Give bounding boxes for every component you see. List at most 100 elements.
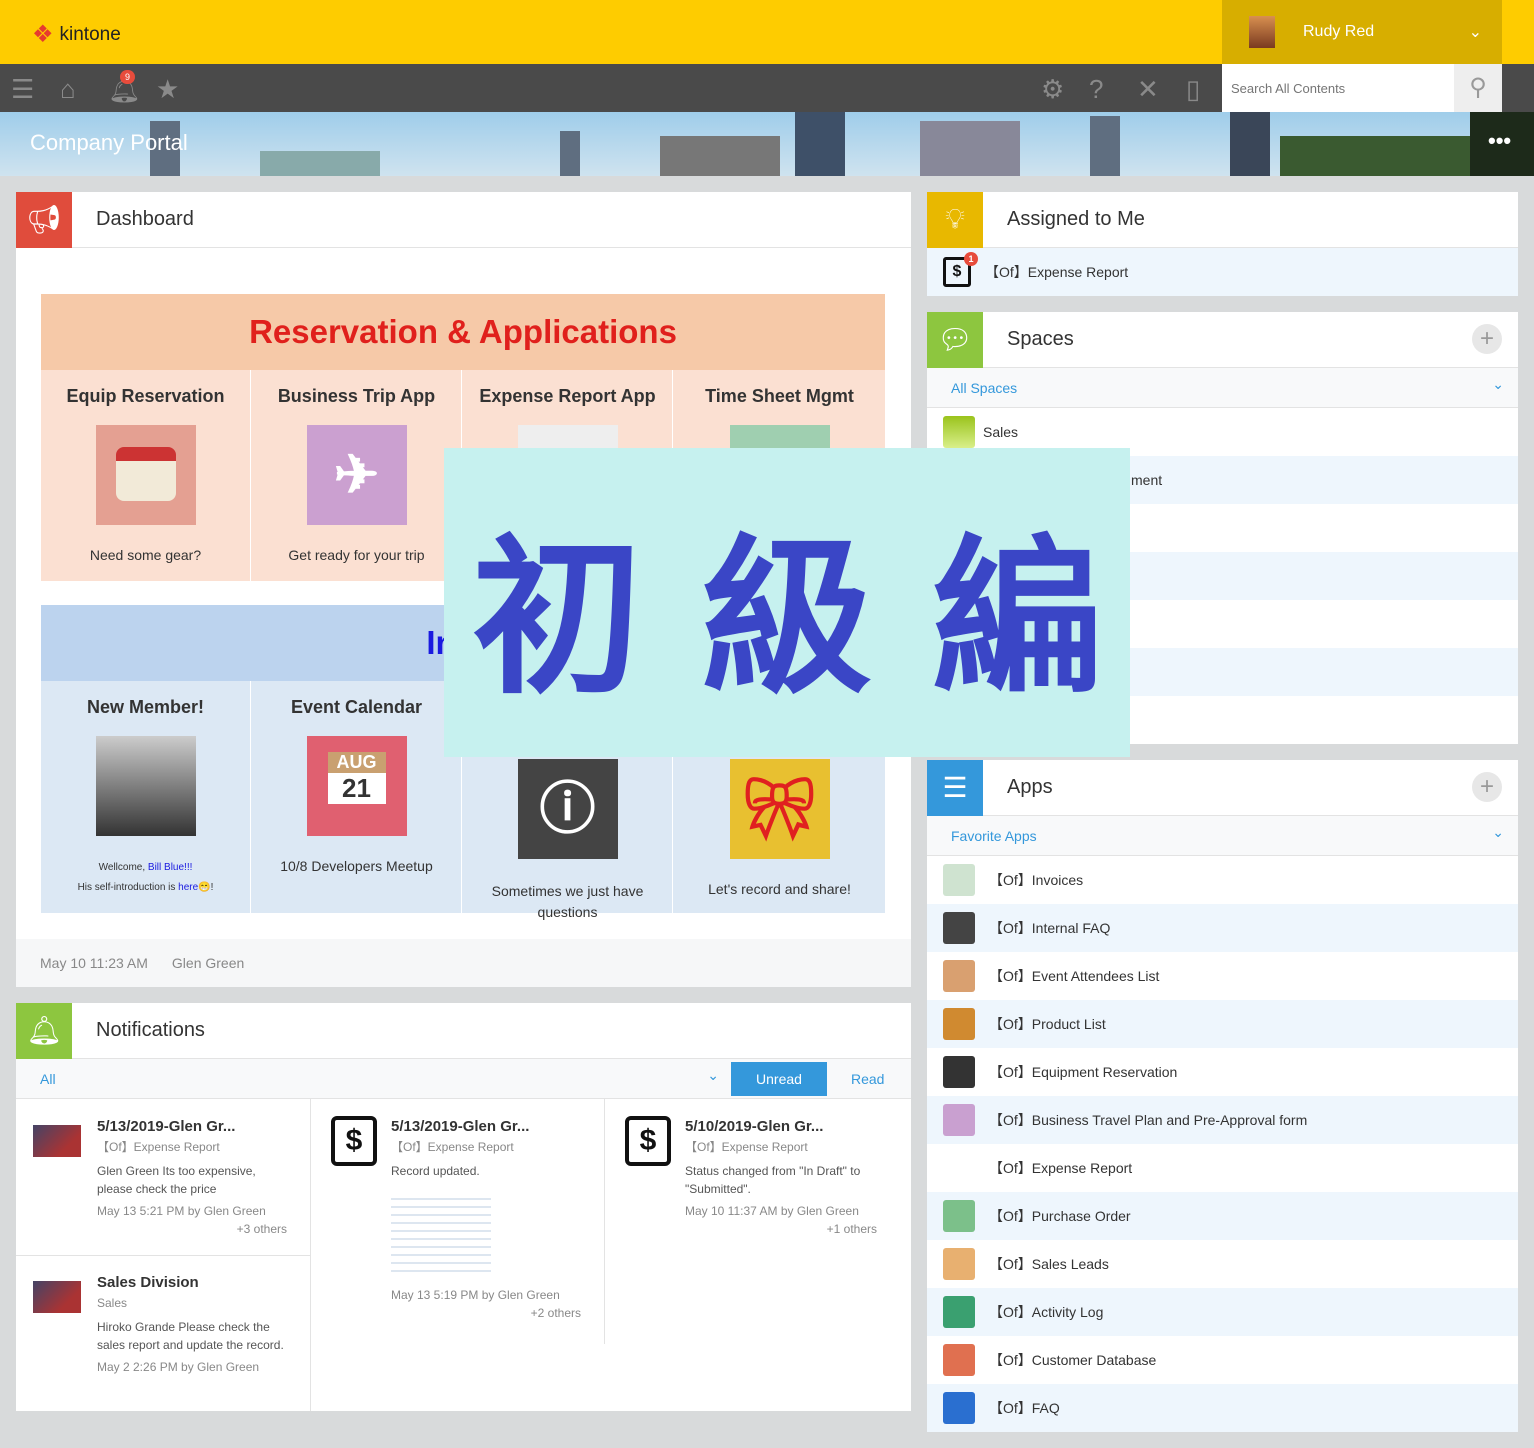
app-item[interactable]: 【Of】Equipment Reservation [927, 1048, 1518, 1096]
post-date: May 10 11:23 AM [40, 955, 148, 971]
list-icon: ☰ [927, 759, 983, 816]
new-member-tile[interactable]: New Member! Wellcome, Bill Blue!!! His se… [41, 681, 251, 913]
app-label: 【Of】FAQ [989, 1400, 1060, 1416]
help-icon[interactable]: ? [1089, 74, 1103, 105]
spaces-title: Spaces [1007, 328, 1074, 350]
assigned-panel: 💡︎ Assigned to Me $1 【Of】Expense Report [927, 191, 1518, 296]
portal-banner: Company Portal ••• [0, 112, 1534, 176]
box-icon [943, 1008, 975, 1040]
info-icon [943, 912, 975, 944]
app-item[interactable]: 【Of】Event Attendees List [927, 952, 1518, 1000]
read-tab[interactable]: Read [851, 1071, 884, 1087]
app-label: 【Of】Product List [989, 1016, 1106, 1032]
spaces-filter[interactable]: All Spaces ⌄ [927, 368, 1518, 408]
user-avatar [33, 1125, 81, 1157]
brand-name: kintone [59, 23, 121, 45]
overlay-char: 初 [471, 519, 642, 718]
dollar-icon: $ [331, 1116, 377, 1166]
notification-item[interactable]: 5/10/2019-Glen Gr... 【Of】Expense Report St… [685, 1118, 877, 1238]
grin-emoji-icon: 😁 [198, 882, 211, 893]
user-avatar [1249, 16, 1275, 48]
app-item[interactable]: 【Of】Activity Log [927, 1288, 1518, 1336]
kintone-logo-icon: ❖ [32, 21, 54, 48]
chevron-down-icon: ⌄ [1468, 24, 1482, 41]
info-icon: ⓘ [517, 759, 618, 859]
app-item[interactable]: 【Of】Internal FAQ [927, 904, 1518, 952]
portal-title: Company Portal [30, 130, 188, 155]
more-options-icon[interactable]: ••• [1488, 128, 1511, 154]
assigned-badge: 1 [964, 252, 978, 266]
tools-icon[interactable]: ✕ [1137, 74, 1159, 105]
app-item[interactable]: 【Of】FAQ [927, 1384, 1518, 1432]
bell-icon: 🔔︎ [16, 1002, 72, 1059]
app-label: 【Of】Activity Log [989, 1304, 1104, 1320]
dashboard-title: Dashboard [96, 208, 194, 230]
space-icon [943, 416, 975, 448]
app-label: 【Of】Expense Report [989, 1160, 1133, 1176]
folders-icon [943, 1344, 975, 1376]
add-app-button[interactable]: + [1472, 772, 1502, 802]
app-item[interactable]: 【Of】Customer Database [927, 1336, 1518, 1384]
dollar-icon: $1 [943, 252, 978, 287]
add-space-button[interactable]: + [1472, 324, 1502, 354]
app-item[interactable]: 【Of】Product List [927, 1000, 1518, 1048]
airplane-icon [943, 1104, 975, 1136]
camera-icon [943, 1056, 975, 1088]
notification-badge: 9 [120, 70, 135, 84]
ribbon-icon: 🎀︎ [729, 759, 830, 859]
app-item[interactable]: 【Of】Expense Report [927, 1144, 1518, 1192]
notification-item[interactable]: Sales Division Sales Hiroko Grande Please … [97, 1274, 287, 1376]
user-menu[interactable]: Rudy Red ⌄ [1222, 0, 1502, 64]
person-icon [943, 960, 975, 992]
app-item[interactable]: 【Of】Business Travel Plan and Pre-Approva… [927, 1096, 1518, 1144]
equip-reservation-tile[interactable]: Equip Reservation Need some gear? [41, 370, 251, 581]
app-label: 【Of】Purchase Order [989, 1208, 1131, 1224]
app-label: 【Of】Equipment Reservation [989, 1064, 1178, 1080]
chat-icon: 💬︎ [927, 311, 983, 368]
app-label: 【Of】Business Travel Plan and Pre-Approva… [989, 1112, 1308, 1128]
unread-tab[interactable]: Unread [731, 1062, 827, 1096]
dashboard-footer: May 10 11:23 AM Glen Green [16, 939, 911, 987]
notification-item[interactable]: 5/13/2019-Glen Gr... 【Of】Expense Report Gl… [97, 1118, 287, 1238]
title-overlay: 初級編 [444, 448, 1130, 757]
overlay-char: 級 [701, 519, 872, 718]
event-calendar-tile[interactable]: Event Calendar AUG 21 10/8 Developers Meetu… [252, 681, 462, 913]
megaphone-icon: 📢︎ [16, 191, 72, 248]
overlay-char: 編 [932, 519, 1103, 718]
kintone-logo[interactable]: ❖ kintone [32, 20, 121, 49]
app-label: 【Of】Invoices [989, 872, 1084, 888]
gear-icon[interactable]: ⚙ [1041, 74, 1064, 105]
app-item[interactable]: 【Of】Purchase Order [927, 1192, 1518, 1240]
search-button[interactable]: ⚲ [1454, 64, 1502, 112]
calendar-icon [943, 1296, 975, 1328]
app-label: 【Of】Sales Leads [989, 1256, 1109, 1272]
notification-item[interactable]: 5/13/2019-Glen Gr... 【Of】Expense Report Re… [391, 1118, 581, 1322]
reservation-heading: Reservation & Applications [41, 294, 885, 370]
help-icon [943, 1392, 975, 1424]
chart-icon [943, 1248, 975, 1280]
search-input[interactable] [1222, 64, 1454, 112]
app-item[interactable]: 【Of】Sales Leads [927, 1240, 1518, 1288]
home-icon[interactable]: ⌂ [60, 74, 76, 105]
app-label: 【Of】Event Attendees List [989, 968, 1160, 984]
chevron-down-icon: ⌄ [1492, 376, 1504, 392]
user-name: Rudy Red [1303, 23, 1375, 40]
app-label: 【Of】Customer Database [989, 1352, 1157, 1368]
star-icon[interactable]: ★ [156, 74, 179, 105]
business-trip-tile[interactable]: Business Trip App ✈ Get ready for your tri… [252, 370, 462, 581]
dollar-icon [943, 1152, 975, 1184]
calendar-icon: AUG 21 [306, 736, 407, 836]
app-label: 【Of】Internal FAQ [989, 920, 1111, 936]
chevron-down-icon: ⌄ [707, 1067, 719, 1083]
search-icon: ⚲ [1469, 74, 1487, 101]
apps-filter[interactable]: Favorite Apps ⌄ [927, 816, 1518, 856]
mobile-icon[interactable]: ▯ [1186, 74, 1200, 105]
apps-title: Apps [1007, 776, 1053, 798]
invoice-icon [943, 864, 975, 896]
notifications-panel: 🔔︎ Notifications All ⌄ Unread Read 5/13/20… [16, 1002, 911, 1411]
self-intro-link[interactable]: here [178, 882, 198, 893]
menu-icon[interactable]: ☰ [11, 74, 34, 105]
app-item[interactable]: 【Of】Invoices [927, 856, 1518, 904]
assigned-title: Assigned to Me [1007, 208, 1145, 230]
assigned-item[interactable]: $1 【Of】Expense Report [927, 248, 1518, 296]
